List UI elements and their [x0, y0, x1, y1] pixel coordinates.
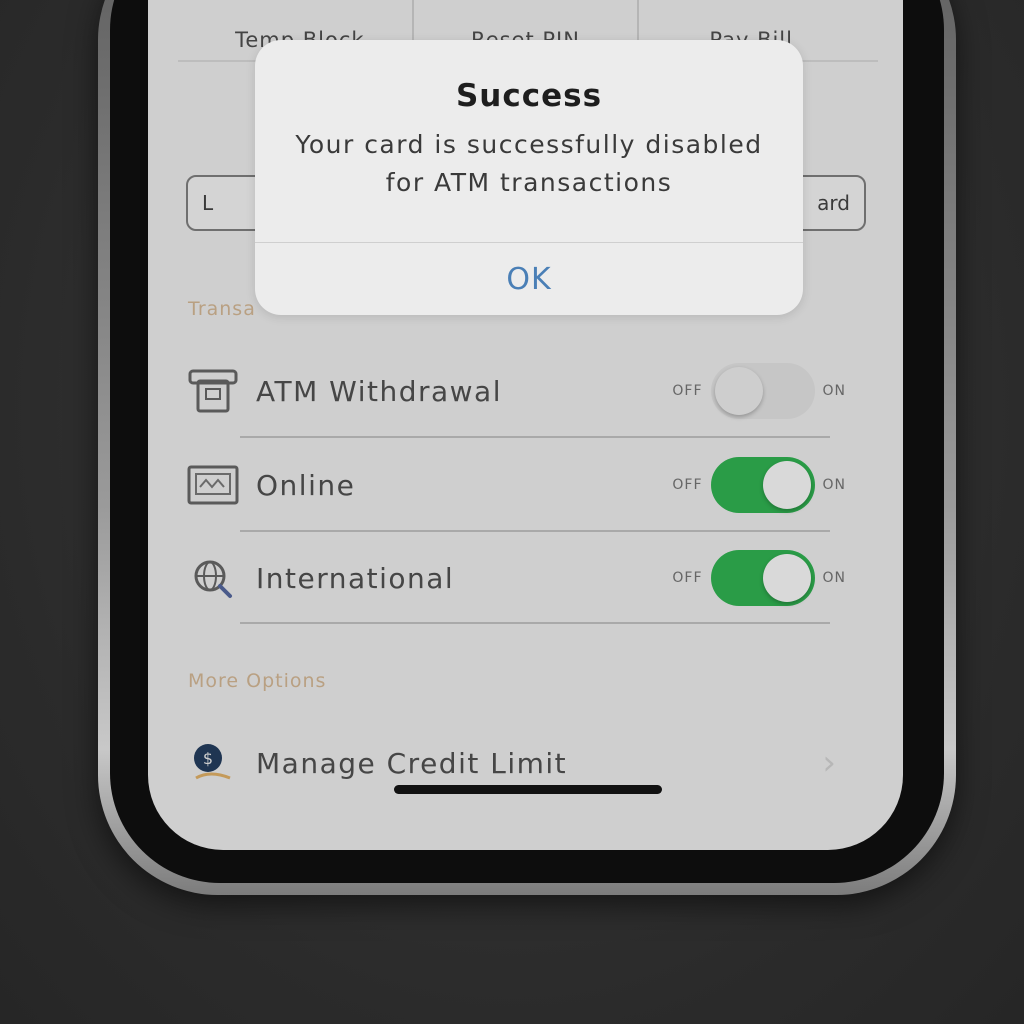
- credit-limit-icon: $: [186, 738, 240, 788]
- off-label: OFF: [672, 570, 703, 586]
- online-toggle-group: OFF ON: [672, 457, 846, 513]
- manage-credit-limit-row[interactable]: $ Manage Credit Limit ›: [186, 733, 846, 793]
- card-action-left-label: L: [202, 191, 214, 215]
- more-options-section-header: More Options: [188, 670, 327, 692]
- divider: [240, 622, 830, 624]
- alert-title-wrap: Success: [255, 78, 803, 114]
- divider: [240, 436, 830, 438]
- background: Temp Block Reset PIN Pay Bill L ard Tran…: [0, 0, 1024, 1024]
- chevron-right-icon: ›: [822, 743, 836, 783]
- divider: [240, 530, 830, 532]
- atm-toggle-group: OFF ON: [672, 363, 846, 419]
- transactions-section-header: Transa: [188, 298, 256, 320]
- international-label: International: [256, 561, 455, 595]
- atm-withdrawal-label: ATM Withdrawal: [256, 374, 502, 408]
- home-indicator[interactable]: [394, 785, 662, 794]
- online-label: Online: [256, 468, 356, 502]
- manage-credit-limit-label: Manage Credit Limit: [256, 746, 568, 780]
- international-row: International OFF ON: [186, 548, 846, 608]
- international-toggle[interactable]: [710, 550, 815, 606]
- online-icon: [186, 460, 240, 510]
- off-label: OFF: [672, 383, 703, 399]
- international-icon: [186, 553, 240, 603]
- toggle-knob: [762, 461, 811, 509]
- international-toggle-group: OFF ON: [672, 550, 846, 606]
- card-action-right-label: ard: [817, 191, 850, 215]
- atm-icon: [186, 366, 240, 416]
- alert-message: Your card is successfully disabled for A…: [295, 130, 763, 197]
- on-label: ON: [822, 383, 846, 399]
- off-label: OFF: [672, 477, 703, 493]
- toggle-knob: [762, 554, 811, 602]
- ok-button[interactable]: OK: [255, 243, 803, 315]
- svg-text:$: $: [203, 749, 213, 768]
- online-row: Online OFF ON: [186, 455, 846, 515]
- toggle-knob: [714, 367, 763, 415]
- online-toggle[interactable]: [710, 457, 815, 513]
- alert-title: Success: [455, 78, 603, 114]
- success-alert-dialog: Success Your card is successfully disabl…: [255, 40, 803, 315]
- atm-withdrawal-toggle[interactable]: [710, 363, 815, 419]
- on-label: ON: [822, 477, 846, 493]
- on-label: ON: [822, 570, 846, 586]
- atm-withdrawal-row: ATM Withdrawal OFF ON: [186, 361, 846, 421]
